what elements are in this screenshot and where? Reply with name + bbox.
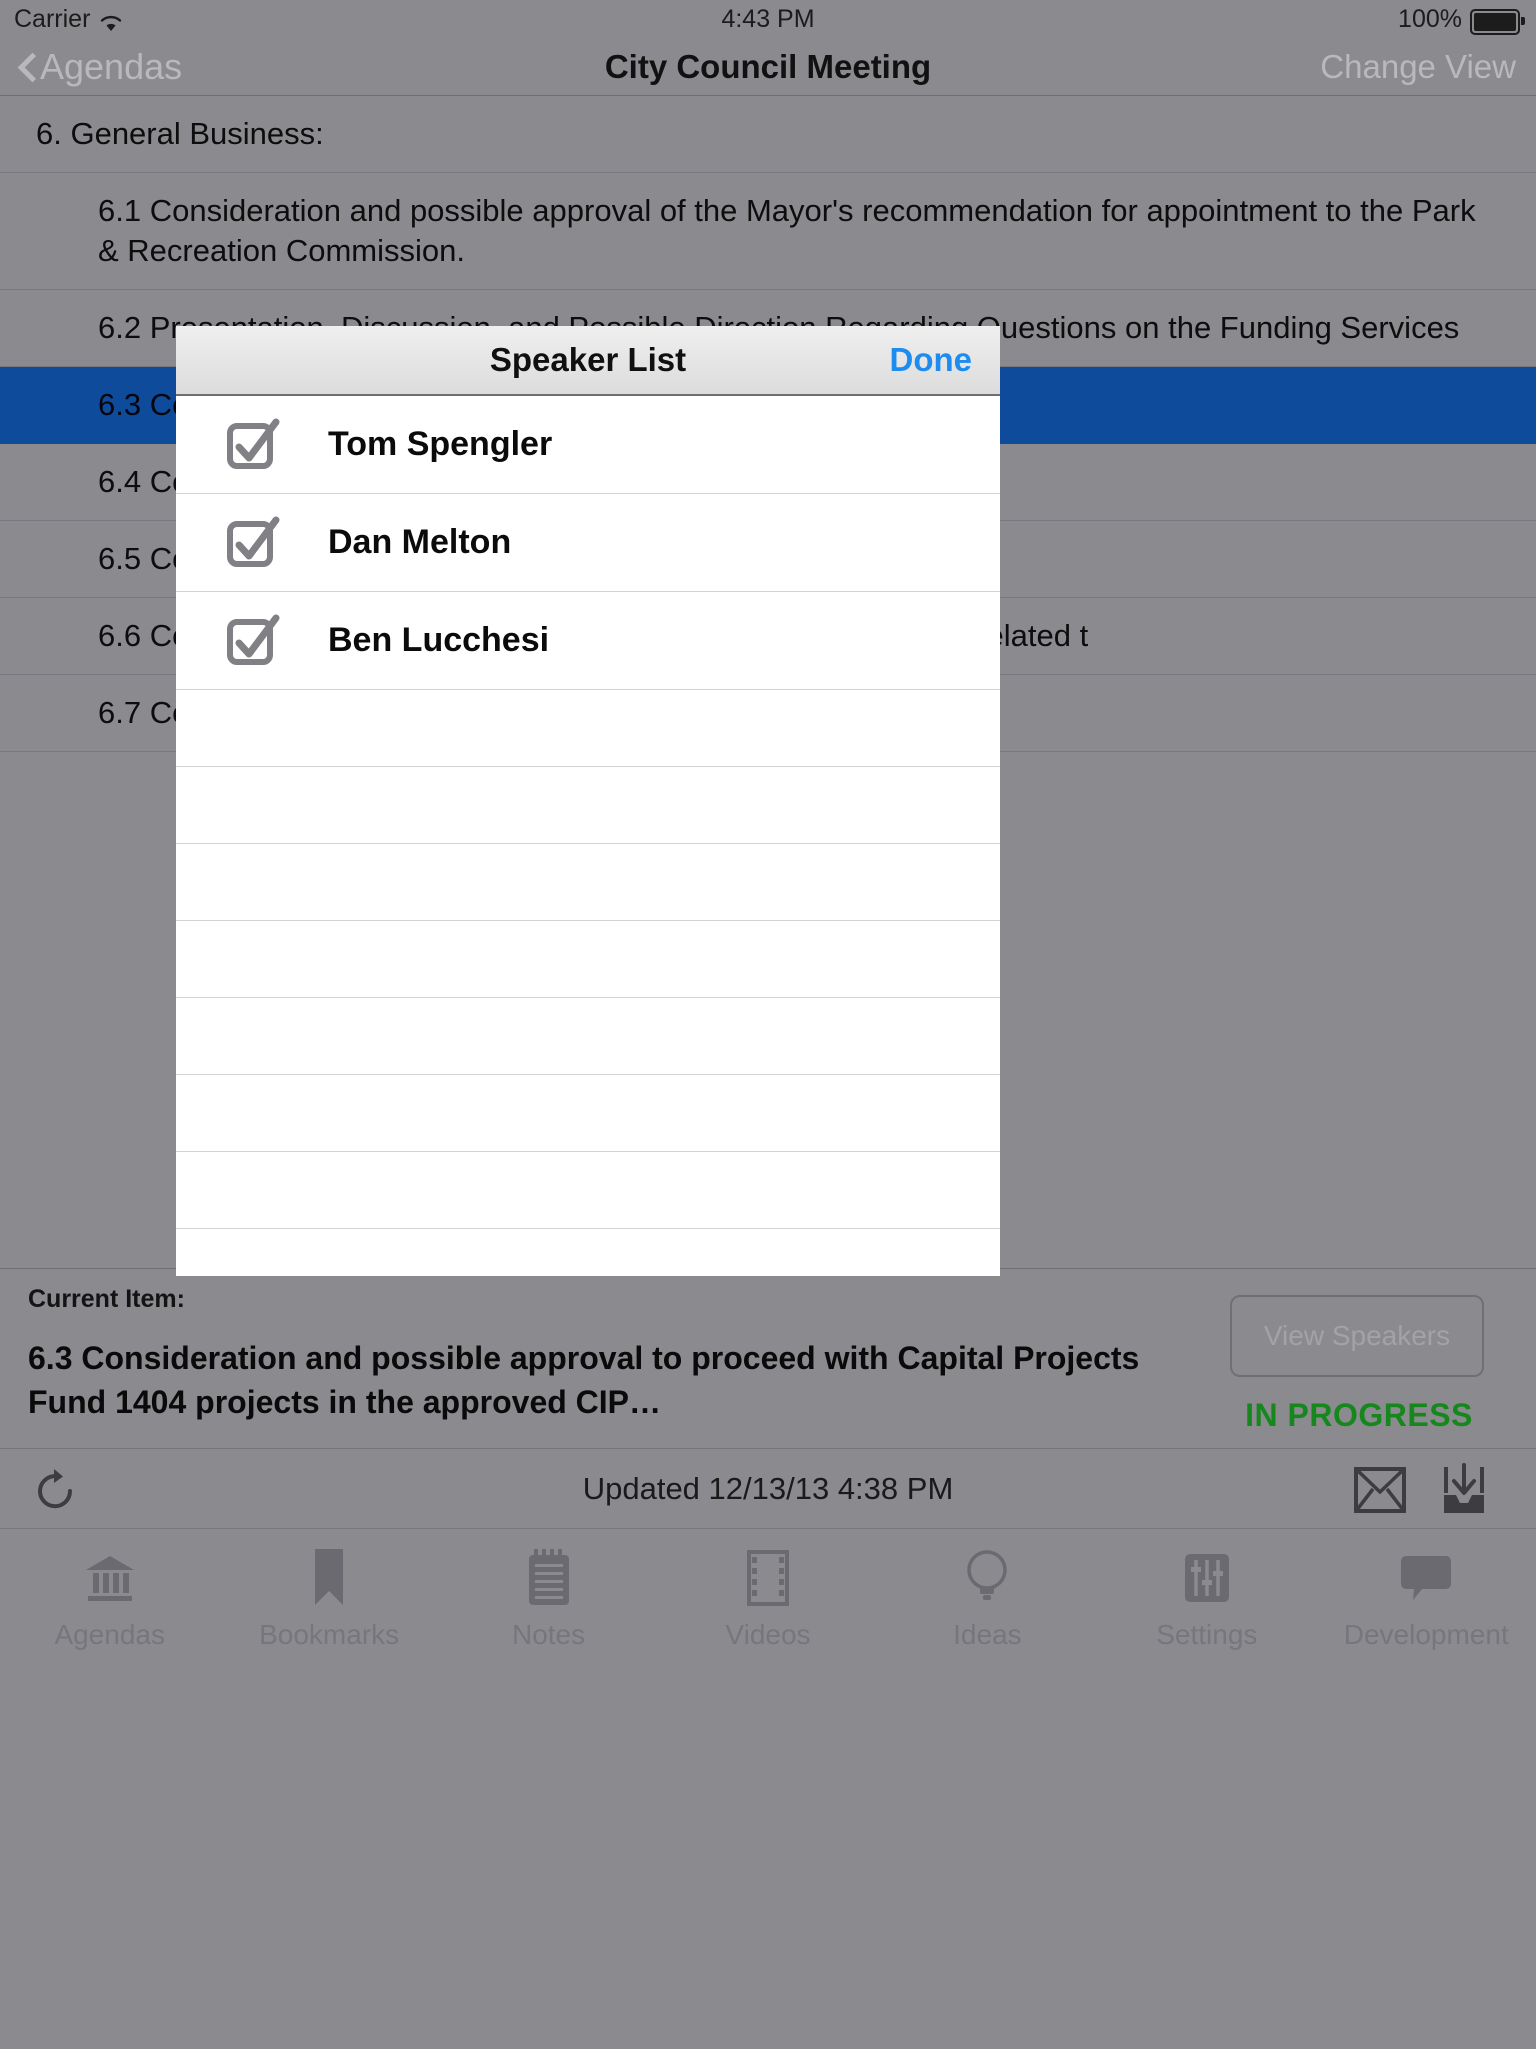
tab-settings[interactable]: Settings	[1097, 1529, 1316, 1687]
view-speakers-button[interactable]: View Speakers	[1230, 1295, 1484, 1377]
modal-title: Speaker List	[489, 341, 687, 378]
agenda-item[interactable]: 6. General Business:	[0, 96, 1536, 173]
speaker-name: Dan Melton	[328, 523, 512, 561]
agenda-item[interactable]: 6.1 Consideration and possible approval …	[0, 173, 1536, 290]
tab-videos[interactable]: Videos	[658, 1529, 877, 1687]
speaker-row-empty	[176, 1229, 1000, 1276]
notepad-icon	[527, 1547, 571, 1609]
bottom-toolbar: Updated 12/13/13 4:38 PM	[0, 1448, 1536, 1529]
lightbulb-icon	[966, 1547, 1008, 1609]
navigation-bar: Agendas City Council Meeting Change View	[0, 38, 1536, 96]
speaker-row-empty	[176, 921, 1000, 998]
current-item-text: 6.3 Consideration and possible approval …	[28, 1340, 1140, 1420]
speaker-row-empty	[176, 767, 1000, 844]
film-strip-icon	[746, 1547, 789, 1609]
speaker-row-empty	[176, 1152, 1000, 1229]
speaker-name: Tom Spengler	[328, 425, 553, 463]
status-bar-time: 4:43 PM	[721, 4, 815, 33]
speaker-row-empty	[176, 844, 1000, 921]
tab-bar[interactable]: Agendas Bookmarks Notes Videos Ideas Settings…	[0, 1528, 1536, 2049]
speaker-list-body[interactable]: Tom Spengler Dan Melton Ben Lucchesi	[176, 396, 1000, 1276]
page-title: City Council Meeting	[604, 47, 932, 85]
done-button[interactable]: Done	[890, 326, 973, 394]
change-view-button[interactable]: Change View	[1320, 38, 1516, 95]
speaker-row[interactable]: Tom Spengler	[176, 396, 1000, 494]
envelope-icon[interactable]	[1354, 1467, 1406, 1513]
bookmark-icon	[313, 1547, 345, 1609]
speaker-row-empty	[176, 998, 1000, 1075]
tab-label: Notes	[511, 1619, 586, 1650]
battery-full-icon	[1470, 9, 1525, 35]
speaker-name: Ben Lucchesi	[328, 621, 550, 659]
tab-agendas[interactable]: Agendas	[0, 1529, 219, 1687]
updated-timestamp: Updated 12/13/13 4:38 PM	[582, 1471, 954, 1506]
modal-header: Speaker List Done	[176, 326, 1000, 396]
checkbox-checked-icon[interactable]	[226, 612, 284, 670]
tab-label: Videos	[725, 1619, 811, 1650]
battery-percent-label: 100%	[1398, 4, 1462, 33]
checkbox-checked-icon[interactable]	[226, 416, 284, 474]
bank-columns-icon	[82, 1547, 138, 1609]
current-item-panel: Current Item: 6.3 Consideration and poss…	[0, 1268, 1536, 1448]
tab-label: Development	[1343, 1619, 1509, 1650]
status-bar: Carrier 4:43 PM 100%	[0, 0, 1536, 38]
tab-label: Ideas	[953, 1619, 1022, 1650]
status-badge: IN PROGRESS	[1245, 1397, 1473, 1433]
speaker-row[interactable]: Dan Melton	[176, 494, 1000, 592]
tab-bookmarks[interactable]: Bookmarks	[219, 1529, 438, 1687]
tab-label: Settings	[1156, 1619, 1258, 1650]
tab-notes[interactable]: Notes	[439, 1529, 658, 1687]
inbox-download-icon[interactable]	[1438, 1463, 1490, 1517]
tab-label: Agendas	[54, 1619, 165, 1650]
checkbox-checked-icon[interactable]	[226, 514, 284, 572]
speech-bubble-icon	[1400, 1547, 1452, 1609]
tab-ideas[interactable]: Ideas	[878, 1529, 1097, 1687]
tab-label: Bookmarks	[259, 1619, 400, 1650]
speaker-row-empty	[176, 1075, 1000, 1152]
tab-development[interactable]: Development	[1317, 1529, 1536, 1687]
speaker-row[interactable]: Ben Lucchesi	[176, 592, 1000, 690]
status-bar-right: 100%	[1398, 4, 1525, 35]
speaker-list-modal: Speaker List Done Tom Spengler Dan Melton…	[176, 326, 1000, 1276]
speaker-row-empty	[176, 690, 1000, 767]
sliders-icon	[1183, 1547, 1231, 1609]
